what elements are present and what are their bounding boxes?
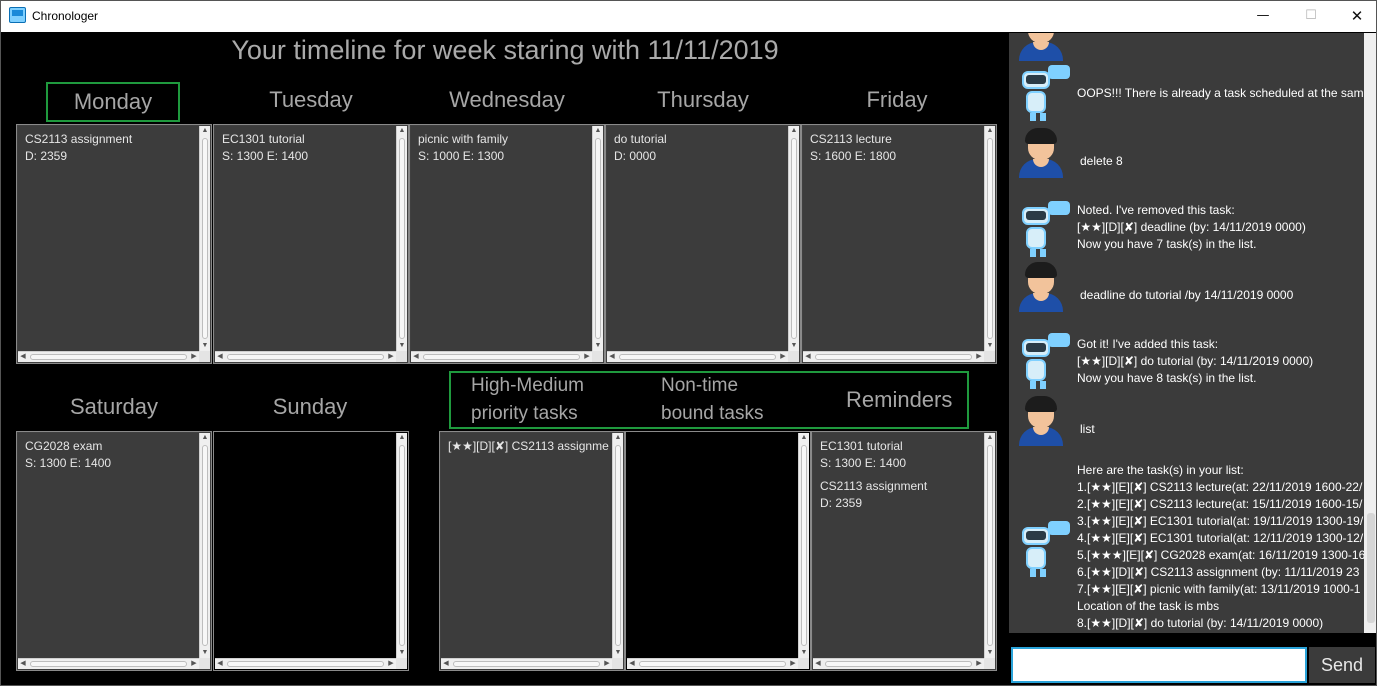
send-button[interactable]: Send bbox=[1309, 647, 1375, 683]
chat-pane[interactable]: OOPS!!! There is already a task schedule… bbox=[1009, 33, 1376, 633]
vertical-scrollbar[interactable]: ▲ ▼ bbox=[612, 433, 623, 658]
task-time: D: 0000 bbox=[614, 149, 657, 163]
bot-message-line: Now you have 7 task(s) in the list. bbox=[1077, 237, 1257, 251]
horizontal-scrollbar[interactable]: ◀ ▶ bbox=[215, 658, 396, 669]
close-button[interactable]: ✕ bbox=[1334, 1, 1376, 32]
vertical-scrollbar[interactable]: ▲ ▼ bbox=[396, 433, 407, 658]
day-panel-wednesday[interactable]: picnic with family S: 1000 E: 1300 ▲ ▼ ◀ ▶ bbox=[409, 124, 605, 364]
vertical-scrollbar[interactable]: ▲ ▼ bbox=[396, 126, 407, 351]
task-name[interactable]: do tutorial bbox=[614, 131, 667, 148]
user-avatar bbox=[1015, 262, 1065, 312]
day-panel-friday[interactable]: CS2113 lecture S: 1600 E: 1800 ▲ ▼ ◀ ▶ bbox=[801, 124, 997, 364]
reminders-panel[interactable]: EC1301 tutorial S: 1300 E: 1400 CS2113 a… bbox=[811, 431, 997, 671]
bot-message-line: 6.[★★][D][✘] CS2113 assignment (by: 11/1… bbox=[1077, 565, 1360, 579]
vertical-scrollbar[interactable]: ▲ ▼ bbox=[199, 433, 210, 658]
day-label-monday: Monday bbox=[46, 82, 180, 122]
task-time: S: 1300 E: 1400 bbox=[25, 456, 112, 470]
window-title: Chronologer bbox=[32, 9, 99, 23]
horizontal-scrollbar[interactable]: ◀ ▶ bbox=[215, 351, 396, 362]
vertical-scrollbar[interactable]: ▲ ▼ bbox=[798, 433, 809, 658]
app-window: Chronologer — ☐ ✕ Your timeline for week… bbox=[0, 0, 1377, 686]
day-label-tuesday: Tuesday bbox=[269, 87, 353, 112]
horizontal-scrollbar[interactable]: ◀ ▶ bbox=[18, 351, 199, 362]
user-message-line: deadline do tutorial /by 14/11/2019 0000 bbox=[1080, 288, 1294, 302]
horizontal-scrollbar[interactable]: ◀ ▶ bbox=[441, 658, 612, 669]
vertical-scrollbar[interactable]: ▲ ▼ bbox=[984, 433, 995, 658]
vertical-scrollbar[interactable]: ▲ ▼ bbox=[199, 126, 210, 351]
bot-avatar bbox=[1018, 521, 1070, 577]
bot-message-line: Noted. I've removed this task: bbox=[1077, 203, 1235, 217]
vertical-scrollbar[interactable]: ▲ ▼ bbox=[788, 126, 799, 351]
bot-avatar bbox=[1018, 65, 1070, 121]
bot-avatar bbox=[1018, 333, 1070, 389]
bot-message-line: [★★][D][✘] deadline (by: 14/11/2019 0000… bbox=[1077, 220, 1306, 234]
horizontal-scrollbar[interactable]: ◀ ▶ bbox=[627, 658, 798, 669]
user-message-line: delete 8 bbox=[1080, 154, 1123, 168]
horizontal-scrollbar[interactable]: ◀ ▶ bbox=[803, 351, 984, 362]
minimize-button[interactable]: — bbox=[1240, 1, 1286, 32]
priority-label-line2: priority tasks bbox=[471, 403, 578, 424]
bot-message-line: 1.[★★][E][✘] CS2113 lecture(at: 22/11/20… bbox=[1077, 480, 1363, 494]
task-name[interactable]: EC1301 tutorial bbox=[222, 131, 305, 148]
day-panel-monday[interactable]: CS2113 assignment D: 2359 ▲ ▼ ◀ ▶ bbox=[16, 124, 212, 364]
bot-message-line: 7.[★★][E][✘] picnic with family(at: 13/1… bbox=[1077, 582, 1361, 596]
day-label-saturday: Saturday bbox=[69, 394, 159, 419]
horizontal-scrollbar[interactable]: ◀ ▶ bbox=[813, 658, 984, 669]
user-avatar bbox=[1015, 128, 1065, 178]
day-panel-tuesday[interactable]: EC1301 tutorial S: 1300 E: 1400 ▲ ▼ ◀ ▶ bbox=[213, 124, 409, 364]
bot-avatar bbox=[1018, 201, 1070, 257]
horizontal-scrollbar[interactable]: ◀ ▶ bbox=[18, 658, 199, 669]
bot-message-line: 5.[★★★][E][✘] CG2028 exam(at: 16/11/2019… bbox=[1077, 548, 1366, 562]
nontime-label-line2: bound tasks bbox=[661, 403, 764, 424]
priority-tasks-panel[interactable]: [★★][D][✘] CS2113 assignme ▲ ▼ ◀ ▶ bbox=[439, 431, 625, 671]
bot-message-line: Location of the task is mbs bbox=[1077, 599, 1220, 613]
day-label-thursday: Thursday bbox=[657, 87, 749, 112]
reminder-name[interactable]: EC1301 tutorial bbox=[820, 438, 903, 455]
reminders-label: Reminders bbox=[846, 387, 953, 412]
user-message-line: list bbox=[1080, 422, 1095, 436]
day-panel-saturday[interactable]: CG2028 exam S: 1300 E: 1400 ▲ ▼ ◀ ▶ bbox=[16, 431, 212, 671]
horizontal-scrollbar[interactable]: ◀ ▶ bbox=[411, 351, 592, 362]
user-avatar bbox=[1015, 33, 1065, 61]
priority-task-item[interactable]: [★★][D][✘] CS2113 assignme bbox=[448, 438, 609, 455]
bot-message-line: 3.[★★][E][✘] EC1301 tutorial(at: 19/11/2… bbox=[1077, 514, 1364, 528]
reminder-name[interactable]: CS2113 assignment bbox=[820, 478, 927, 495]
day-label-wednesday: Wednesday bbox=[449, 87, 565, 112]
nontime-label-line1: Non-time bbox=[661, 375, 739, 396]
bot-message-line: Here are the task(s) in your list: bbox=[1077, 463, 1244, 477]
bot-message-line: 4.[★★][E][✘] EC1301 tutorial(at: 12/11/2… bbox=[1077, 531, 1364, 545]
app-icon bbox=[9, 7, 26, 23]
user-avatar bbox=[1015, 396, 1065, 446]
vertical-scrollbar[interactable]: ▲ ▼ bbox=[984, 126, 995, 351]
reminder-time: D: 2359 bbox=[820, 496, 863, 510]
maximize-button[interactable]: ☐ bbox=[1288, 1, 1334, 32]
bot-message-line: Now you have 8 task(s) in the list. bbox=[1077, 371, 1257, 385]
bot-message-line: 2.[★★][E][✘] CS2113 lecture(at: 15/11/20… bbox=[1077, 497, 1363, 511]
task-time: S: 1300 E: 1400 bbox=[222, 149, 309, 163]
horizontal-scrollbar[interactable]: ◀ ▶ bbox=[607, 351, 788, 362]
day-panel-sunday[interactable]: ▲ ▼ ◀ ▶ bbox=[213, 431, 409, 671]
day-panel-thursday[interactable]: do tutorial D: 0000 ▲ ▼ ◀ ▶ bbox=[605, 124, 801, 364]
priority-label-line1: High-Medium bbox=[471, 375, 584, 396]
task-time: S: 1000 E: 1300 bbox=[418, 149, 505, 163]
task-name[interactable]: picnic with family bbox=[418, 131, 508, 148]
task-name[interactable]: CS2113 lecture bbox=[810, 131, 892, 148]
day-label-sunday: Sunday bbox=[272, 394, 348, 419]
bot-message-line: OOPS!!! There is already a task schedule… bbox=[1077, 86, 1371, 100]
day-label-friday: Friday bbox=[866, 87, 928, 112]
task-time: D: 2359 bbox=[25, 149, 68, 163]
bot-message-line: Got it! I've added this task: bbox=[1077, 337, 1219, 351]
timeline-title: Your timeline for week staring with 11/1… bbox=[231, 35, 779, 65]
task-name[interactable]: CS2113 assignment bbox=[25, 131, 132, 148]
bot-message-line: 8.[★★][D][✘] do tutorial (by: 14/11/2019… bbox=[1077, 616, 1324, 630]
chat-input[interactable] bbox=[1011, 647, 1307, 683]
reminder-time: S: 1300 E: 1400 bbox=[820, 456, 907, 470]
vertical-scrollbar[interactable]: ▲ ▼ bbox=[592, 126, 603, 351]
task-name[interactable]: CG2028 exam bbox=[25, 438, 102, 455]
chat-scrollbar[interactable] bbox=[1364, 33, 1376, 633]
nontime-tasks-panel[interactable]: ▲ ▼ ◀ ▶ bbox=[625, 431, 811, 671]
bot-message-line: [★★][D][✘] do tutorial (by: 14/11/2019 0… bbox=[1077, 354, 1314, 368]
task-time: S: 1600 E: 1800 bbox=[810, 149, 897, 163]
title-bar: Chronologer — ☐ ✕ bbox=[1, 1, 1376, 32]
